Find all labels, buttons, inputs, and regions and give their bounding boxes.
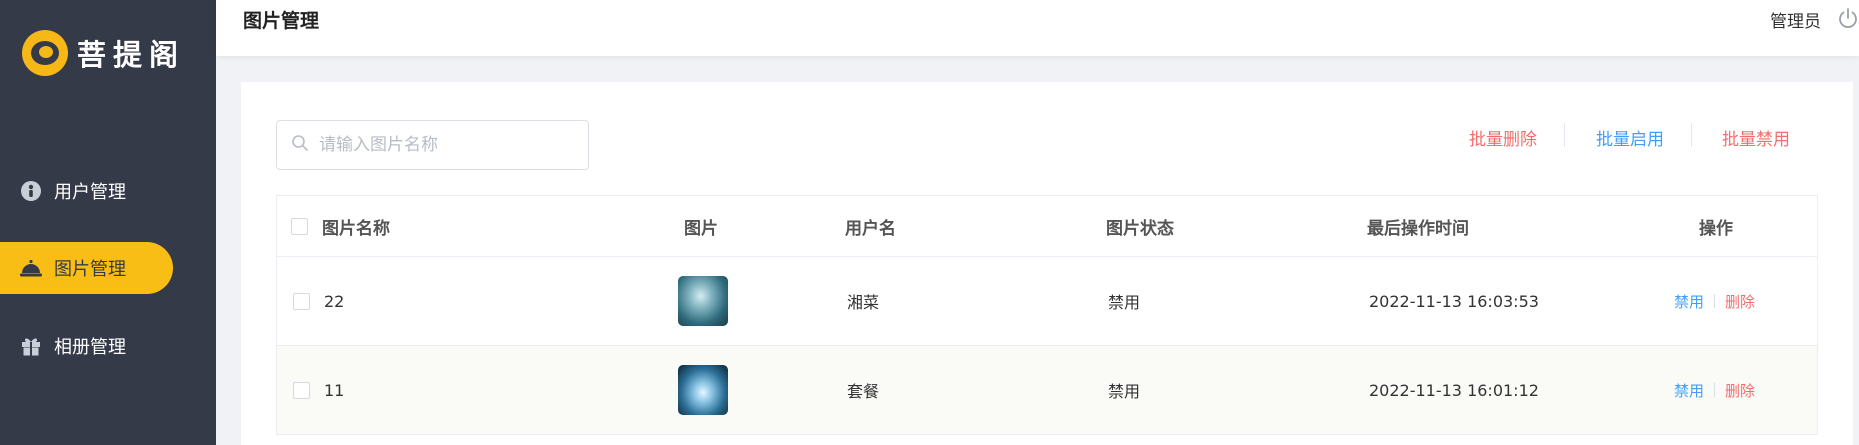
sidebar-item-images[interactable]: 图片管理 — [0, 242, 173, 294]
time-cell: 2022-11-13 16:03:53 — [1369, 291, 1539, 311]
toggle-status-button[interactable]: 禁用 — [1674, 380, 1704, 401]
sidebar-item-users[interactable]: 用户管理 — [0, 165, 173, 217]
column-header: 用户名 — [845, 218, 896, 239]
batch-disable-button[interactable]: 批量禁用 — [1722, 122, 1790, 152]
image-table: 图片名称 图片 用户名 图片状态 最后操作时间 操作 22 湘菜 禁用 2022… — [276, 195, 1818, 435]
row-actions: 禁用 删除 — [1674, 257, 1755, 345]
image-name: 22 — [324, 291, 345, 311]
gift-icon — [19, 334, 43, 358]
logo: 菩提阁 — [22, 30, 185, 76]
search-input[interactable] — [319, 135, 569, 155]
cloche-icon — [19, 256, 43, 280]
user-name-cell: 套餐 — [847, 382, 880, 401]
row-checkbox[interactable] — [293, 257, 310, 345]
status-cell: 禁用 — [1108, 382, 1141, 401]
image-thumbnail[interactable] — [678, 346, 728, 434]
divider — [1714, 294, 1716, 308]
table-header: 图片名称 图片 用户名 图片状态 最后操作时间 操作 — [277, 196, 1817, 257]
image-name: 11 — [324, 380, 345, 400]
toggle-status-button[interactable]: 禁用 — [1674, 291, 1704, 312]
column-header: 图片状态 — [1106, 218, 1174, 239]
app-name: 菩提阁 — [77, 38, 186, 72]
column-header: 图片名称 — [322, 218, 390, 239]
search-icon — [291, 134, 309, 156]
divider — [1691, 123, 1692, 147]
row-actions: 禁用 删除 — [1674, 346, 1755, 434]
search-box[interactable] — [276, 120, 589, 170]
delete-button[interactable]: 删除 — [1725, 291, 1755, 312]
image-thumbnail[interactable] — [678, 257, 728, 345]
divider — [1714, 383, 1716, 397]
sidebar-item-albums[interactable]: 相册管理 — [0, 320, 173, 372]
page-title: 图片管理 — [243, 10, 320, 32]
table-row: 22 湘菜 禁用 2022-11-13 16:03:53 禁用 删除 — [277, 257, 1817, 346]
logo-icon — [22, 30, 68, 76]
table-row: 11 套餐 禁用 2022-11-13 16:01:12 禁用 删除 — [277, 346, 1817, 435]
content-card: 批量删除 批量启用 批量禁用 图片名称 图片 用户名 图片状态 最后操作时间 操… — [241, 82, 1853, 445]
column-header: 最后操作时间 — [1367, 218, 1469, 239]
row-checkbox[interactable] — [293, 346, 310, 434]
batch-delete-button[interactable]: 批量删除 — [1469, 122, 1537, 152]
user-name[interactable]: 管理员 — [1770, 7, 1821, 32]
sidebar-item-label: 图片管理 — [54, 259, 126, 280]
select-all-checkbox[interactable] — [291, 196, 308, 256]
divider — [1564, 123, 1565, 147]
user-name-cell: 湘菜 — [847, 293, 880, 312]
status-cell: 禁用 — [1108, 293, 1141, 312]
sidebar: 菩提阁 用户管理 图片管理 相册管理 — [0, 0, 216, 445]
power-icon[interactable] — [1837, 7, 1859, 29]
sidebar-item-label: 用户管理 — [54, 182, 126, 203]
top-header: 图片管理 管理员 — [216, 0, 1859, 56]
batch-enable-button[interactable]: 批量启用 — [1596, 122, 1664, 152]
user-icon — [19, 179, 43, 203]
column-header: 图片 — [684, 218, 718, 239]
column-header: 操作 — [1699, 218, 1733, 239]
sidebar-item-label: 相册管理 — [54, 337, 126, 358]
time-cell: 2022-11-13 16:01:12 — [1369, 380, 1539, 400]
delete-button[interactable]: 删除 — [1725, 380, 1755, 401]
